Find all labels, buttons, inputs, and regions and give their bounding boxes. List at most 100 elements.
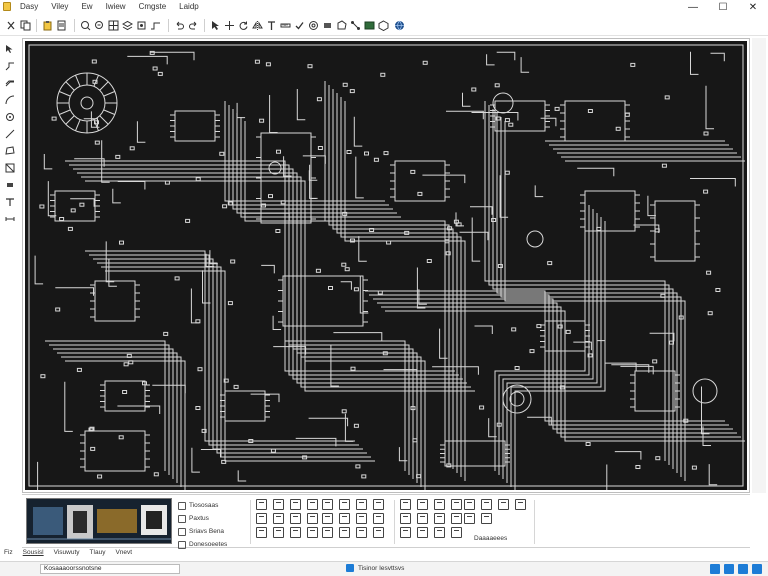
text-icon[interactable] (266, 20, 277, 31)
tool-icon[interactable] (256, 499, 267, 510)
tool-icon[interactable] (373, 499, 384, 510)
tool-icon[interactable] (273, 499, 284, 510)
via-tool-icon[interactable] (5, 112, 15, 122)
tool-icon[interactable] (322, 527, 333, 538)
tool-icon[interactable] (451, 527, 462, 538)
select-icon[interactable] (210, 20, 221, 31)
diff-pair-tool-icon[interactable] (5, 78, 15, 88)
grid-view-icon[interactable] (724, 564, 734, 574)
tool-icon[interactable] (256, 527, 267, 538)
route-tool-icon[interactable] (5, 61, 15, 71)
tool-icon[interactable] (498, 499, 509, 510)
grid-icon[interactable] (108, 20, 119, 31)
tool-icon[interactable] (417, 499, 428, 510)
tool-icon[interactable] (307, 513, 318, 524)
vertical-scrollbar[interactable] (752, 38, 766, 493)
keepout-tool-icon[interactable] (5, 163, 15, 173)
dimension-tool-icon[interactable] (5, 214, 15, 224)
polygon-icon[interactable] (336, 20, 347, 31)
tool-icon[interactable] (307, 527, 318, 538)
wire-icon[interactable] (150, 20, 161, 31)
board-thumbnail[interactable] (26, 498, 172, 544)
pointer-tool-icon[interactable] (5, 44, 15, 54)
tool-icon[interactable] (481, 499, 492, 510)
menu-item[interactable]: Iwiew (106, 2, 126, 11)
tool-icon[interactable] (400, 499, 411, 510)
tool-icon[interactable] (434, 513, 445, 524)
paste-icon[interactable] (42, 20, 53, 31)
tool-icon[interactable] (400, 527, 411, 538)
via-icon[interactable] (308, 20, 319, 31)
text-tool-icon[interactable] (5, 197, 15, 207)
component-icon[interactable] (136, 20, 147, 31)
tool-icon[interactable] (451, 513, 462, 524)
list-item[interactable]: Paxtus (178, 512, 250, 525)
arc-tool-icon[interactable] (5, 95, 15, 105)
redo-icon[interactable] (188, 20, 199, 31)
tool-icon[interactable] (417, 527, 428, 538)
tab-1[interactable]: Fiz (4, 549, 13, 560)
tool-icon[interactable] (417, 513, 428, 524)
tool-icon[interactable] (434, 527, 445, 538)
tool-icon[interactable] (464, 499, 475, 510)
status-field[interactable]: Kosaaaoorssnotsne (40, 564, 180, 574)
tool-icon[interactable] (273, 527, 284, 538)
list-item[interactable]: Tiososaas (178, 499, 250, 512)
zoom-in-icon[interactable] (80, 20, 91, 31)
tool-icon[interactable] (464, 513, 475, 524)
cut-icon[interactable] (6, 20, 17, 31)
tool-icon[interactable] (339, 513, 350, 524)
globe-icon[interactable] (394, 20, 405, 31)
menu-item[interactable]: Viley (51, 2, 68, 11)
tool-icon[interactable] (322, 499, 333, 510)
tool-icon[interactable] (434, 499, 445, 510)
tool-icon[interactable] (290, 527, 301, 538)
net-icon[interactable] (350, 20, 361, 31)
tool-icon[interactable] (290, 513, 301, 524)
menu-item[interactable]: Dasy (20, 2, 38, 11)
settings-icon[interactable] (752, 564, 762, 574)
maximize-button[interactable]: ☐ (708, 0, 738, 14)
zoom-fit-icon[interactable] (738, 564, 748, 574)
rotate-icon[interactable] (238, 20, 249, 31)
tab-3[interactable]: Visuwuty (54, 549, 80, 560)
layers-icon[interactable] (122, 20, 133, 31)
list-item[interactable]: Sriavs Bena (178, 525, 250, 538)
layout-icon[interactable] (710, 564, 720, 574)
close-button[interactable]: ✕ (738, 0, 768, 14)
document-icon[interactable] (56, 20, 67, 31)
tool-icon[interactable] (307, 499, 318, 510)
tool-icon[interactable] (290, 499, 301, 510)
tool-icon[interactable] (322, 513, 333, 524)
pad-tool-icon[interactable] (5, 180, 15, 190)
move-icon[interactable] (224, 20, 235, 31)
tool-icon[interactable] (515, 499, 526, 510)
tool-icon[interactable] (339, 527, 350, 538)
tool-icon[interactable] (356, 527, 367, 538)
board-icon[interactable] (364, 20, 375, 31)
tool-icon[interactable] (356, 513, 367, 524)
3d-view-icon[interactable] (378, 20, 389, 31)
line-tool-icon[interactable] (5, 129, 15, 139)
tool-icon[interactable] (373, 527, 384, 538)
zoom-out-icon[interactable] (94, 20, 105, 31)
tool-icon[interactable] (273, 513, 284, 524)
tool-icon[interactable] (339, 499, 350, 510)
undo-icon[interactable] (174, 20, 185, 31)
pad-icon[interactable] (322, 20, 333, 31)
menu-item[interactable]: Laidp (179, 2, 199, 11)
measure-icon[interactable] (280, 20, 291, 31)
menu-item[interactable]: Cmgste (139, 2, 167, 11)
tab-5[interactable]: Vnevt (115, 549, 132, 560)
minimize-button[interactable]: — (678, 0, 708, 14)
zone-tool-icon[interactable] (5, 146, 15, 156)
mirror-icon[interactable] (252, 20, 263, 31)
pcb-canvas[interactable] (25, 41, 747, 490)
tool-icon[interactable] (256, 513, 267, 524)
tool-icon[interactable] (400, 513, 411, 524)
tool-icon[interactable] (373, 513, 384, 524)
tab-4[interactable]: Tlauy (90, 549, 106, 560)
menu-item[interactable]: Ew (81, 2, 92, 11)
tab-2[interactable]: Sousisl (23, 549, 44, 560)
tool-icon[interactable] (481, 513, 492, 524)
